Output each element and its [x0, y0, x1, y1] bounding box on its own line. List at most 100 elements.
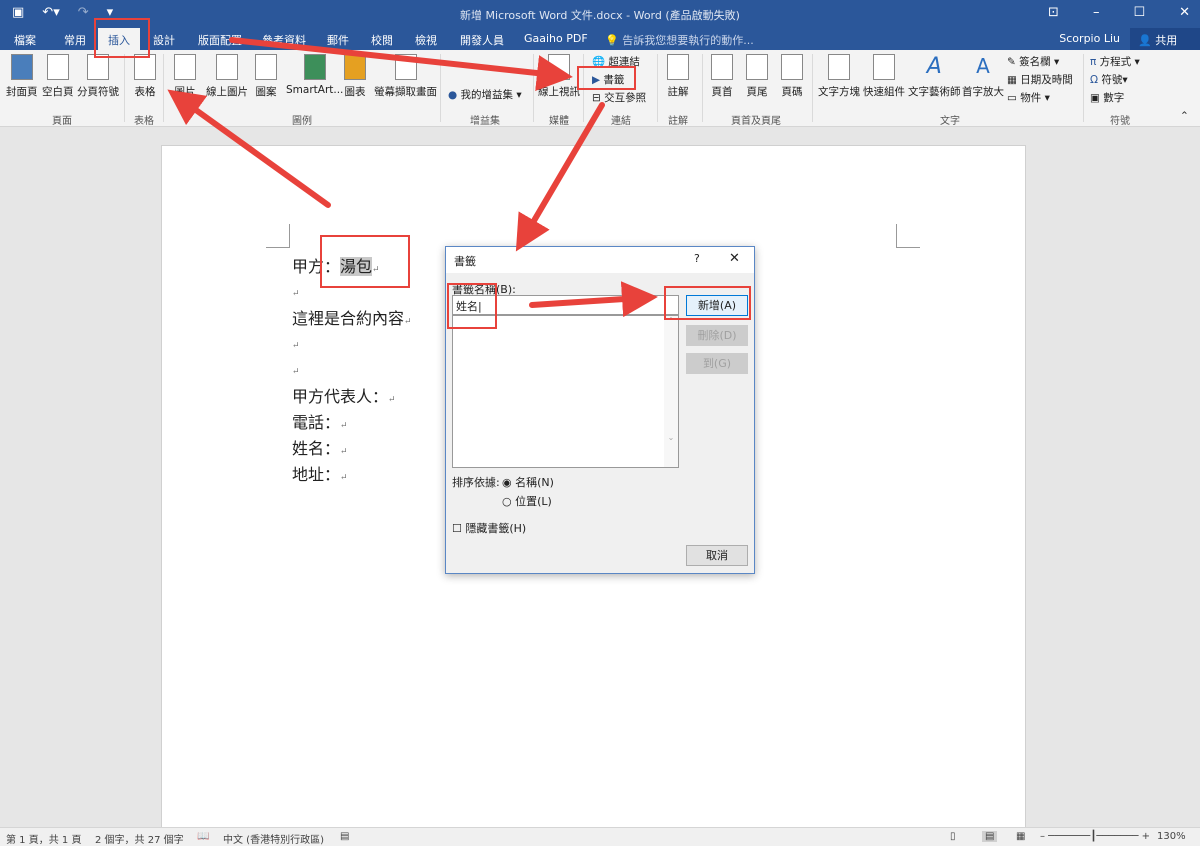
quick-parts-button[interactable]: 快速組件 [863, 54, 905, 99]
tab-design[interactable]: 設計 [153, 32, 175, 48]
group-addins-label: 增益集 [470, 116, 500, 127]
pictures-button[interactable]: 圖片 [174, 54, 196, 99]
cross-reference-button[interactable]: ⊟ 交互參照 [592, 90, 646, 105]
tab-developer[interactable]: 開發人員 [460, 32, 504, 48]
tab-review[interactable]: 校閱 [371, 32, 393, 48]
shapes-button[interactable]: 圖案 [255, 54, 277, 99]
collapse-ribbon-icon[interactable]: ⌃ [1180, 110, 1189, 122]
hidden-bookmarks-checkbox[interactable]: ☐ 隱藏書籤(H) [452, 520, 526, 536]
page-break-button[interactable]: 分頁符號 [77, 54, 119, 99]
text-box-icon [828, 54, 850, 80]
cover-page-button[interactable]: 封面頁 [6, 54, 38, 99]
object-button[interactable]: ▭ 物件 ▾ [1007, 90, 1050, 105]
pi-icon: π [1090, 56, 1097, 68]
tab-file[interactable]: 檔案 [14, 32, 36, 48]
group-symbols-label: 符號 [1110, 116, 1130, 127]
sort-location-radio[interactable]: ○ 位置(L) [502, 493, 552, 509]
online-video-button[interactable]: 線上視訊 [538, 54, 580, 99]
sort-name-radio[interactable]: ◉ 名稱(N) [502, 474, 554, 490]
dialog-title: 書籤 [454, 255, 476, 268]
chart-button[interactable]: 圖表 [344, 54, 366, 99]
drop-cap-button[interactable]: A 首字放大 [962, 54, 1004, 99]
shapes-icon [255, 54, 277, 80]
table-button[interactable]: 表格 [134, 54, 156, 99]
status-bar: 第 1 頁，共 1 頁 2 個字，共 27 個字 📖 中文 (香港特別行政區) … [0, 827, 1200, 846]
ribbon-tabs: 檔案 常用 插入 設計 版面配置 參考資料 郵件 校閱 檢視 開發人員 Gaai… [0, 28, 1200, 50]
cancel-button[interactable]: 取消 [686, 545, 748, 566]
tell-me-input[interactable]: 💡 告訴我您想要執行的動作... [605, 32, 754, 48]
header-icon [711, 54, 733, 80]
group-illustrations-label: 圖例 [292, 116, 312, 127]
web-layout-icon[interactable]: ▦ [1016, 831, 1025, 842]
tab-gaaiho[interactable]: Gaaiho PDF [524, 32, 588, 45]
comment-button[interactable]: 註解 [667, 54, 689, 99]
wordart-icon: A [926, 54, 942, 79]
zoom-slider[interactable]: – ───────┃─────── + [1040, 831, 1150, 842]
omega-icon: Ω [1090, 74, 1099, 86]
tell-me-placeholder: 告訴我您想要執行的動作... [622, 34, 754, 47]
doc-line-address: 地址：↵ [292, 465, 348, 484]
quick-parts-icon [873, 54, 895, 80]
minimize-icon[interactable]: – [1093, 5, 1100, 20]
tab-layout[interactable]: 版面配置 [198, 32, 242, 48]
maximize-icon[interactable]: ☐ [1133, 5, 1145, 20]
signature-line-button[interactable]: ✎ 簽名欄 ▾ [1007, 54, 1059, 69]
tab-references[interactable]: 參考資料 [262, 32, 306, 48]
doc-line-content: 這裡是合約內容↵ [292, 309, 412, 328]
goto-button: 到(G) [686, 353, 748, 374]
group-header-footer-label: 頁首及頁尾 [731, 116, 781, 127]
online-pictures-button[interactable]: 線上圖片 [206, 54, 248, 99]
page-number-button[interactable]: 頁碼 [781, 54, 803, 99]
title-bar: ▣ ↶▾ ↷ ▾ 新增 Microsoft Word 文件.docx - Wor… [0, 0, 1200, 28]
camera-icon [394, 54, 417, 80]
share-button[interactable]: 👤 共用 [1130, 28, 1200, 50]
addins-icon: ● [448, 89, 458, 101]
ribbon-display-icon[interactable]: ⊡ [1048, 5, 1059, 20]
zoom-level[interactable]: 130% [1157, 831, 1186, 842]
number-button[interactable]: ▣ 數字 [1090, 90, 1124, 105]
footer-icon [746, 54, 768, 80]
proofing-icon[interactable]: 📖 [197, 831, 209, 842]
smartart-button[interactable]: SmartArt... [286, 54, 343, 96]
word-count[interactable]: 2 個字，共 27 個字 [95, 831, 184, 846]
wordart-button[interactable]: A 文字藝術師 [908, 54, 961, 99]
annotation-box-selection [320, 235, 410, 288]
list-scrollbar[interactable]: ⌃ ⌄ [664, 316, 678, 467]
doc-line-phone: 電話：↵ [292, 413, 348, 432]
blank-page-button[interactable]: 空白頁 [42, 54, 74, 99]
print-layout-icon[interactable]: ▤ [982, 831, 998, 842]
group-links-label: 連結 [611, 116, 631, 127]
annotation-box-name [447, 283, 497, 329]
tab-mailings[interactable]: 郵件 [327, 32, 349, 48]
user-name[interactable]: Scorpio Liu [1059, 32, 1120, 45]
close-icon[interactable]: ✕ [1179, 5, 1190, 20]
macro-icon[interactable]: ▤ [340, 831, 349, 842]
read-mode-icon[interactable]: ▯ [950, 831, 956, 842]
symbol-button[interactable]: Ω 符號▾ [1090, 72, 1128, 87]
doc-line-name: 姓名：↵ [292, 439, 348, 458]
group-media-label: 媒體 [549, 116, 569, 127]
comment-icon [667, 54, 689, 80]
bookmark-list[interactable]: ⌃ ⌄ [452, 315, 679, 468]
group-pages-label: 頁面 [52, 116, 72, 127]
tab-home[interactable]: 常用 [64, 32, 86, 48]
annotation-box-bookmark [577, 66, 636, 90]
online-picture-icon [216, 54, 238, 80]
my-addins-button[interactable]: ● 我的增益集 ▾ [448, 87, 522, 102]
date-time-button[interactable]: ▦ 日期及時間 [1007, 72, 1073, 87]
chart-icon [344, 54, 366, 80]
dialog-close-icon[interactable]: ✕ [729, 251, 740, 266]
tab-view[interactable]: 檢視 [415, 32, 437, 48]
footer-button[interactable]: 頁尾 [746, 54, 768, 99]
language[interactable]: 中文 (香港特別行政區) [223, 831, 324, 846]
equation-button[interactable]: π 方程式 ▾ [1090, 54, 1140, 69]
help-button[interactable]: ? [694, 252, 700, 265]
text-box-button[interactable]: 文字方塊 [818, 54, 860, 99]
blank-page-icon [46, 54, 69, 80]
header-button[interactable]: 頁首 [711, 54, 733, 99]
page-count[interactable]: 第 1 頁，共 1 頁 [6, 831, 81, 846]
doc-line-representative: 甲方代表人：↵ [292, 387, 396, 406]
online-video-icon [548, 54, 570, 80]
picture-icon [174, 54, 196, 80]
screenshot-button[interactable]: 螢幕擷取畫面 [374, 54, 437, 99]
